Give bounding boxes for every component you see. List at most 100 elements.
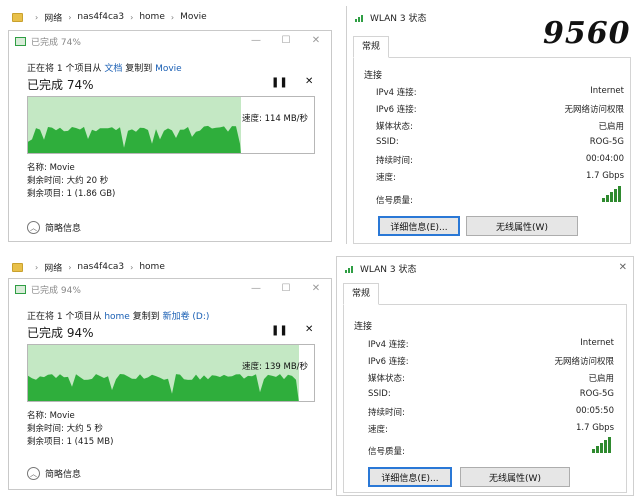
destination-link[interactable]: Movie [155,64,182,74]
handwritten-label: 9560 [543,16,631,51]
pause-button[interactable]: ❚❚ [271,325,288,336]
breadcrumb-item[interactable]: home [139,262,165,272]
signal-strength-icon [592,437,614,453]
source-link[interactable]: home [104,312,130,322]
tab-bar: 常规 [343,283,627,305]
chevron-right-icon: › [170,12,175,22]
info-row: 信号质量: [376,194,624,206]
signal-strength-icon [602,186,624,202]
row-value: 已启用 [598,122,624,132]
tab-general[interactable]: 常规 [353,36,390,58]
chevron-up-icon: ︿ [27,467,40,480]
speed-label: 速度: 114 MB/秒 [242,114,309,124]
tab-panel: 连接 IPv4 连接: Internet IPv6 连接: 无网络访问权限 媒体状态… [343,305,627,493]
row-label: IPv4 连接: [376,88,417,98]
info-row: 媒体状态: 已启用 [368,372,614,384]
row-value: 1.7 Gbps [585,171,624,181]
info-row: 速度: 1.7 Gbps [376,171,624,183]
window-title: WLAN 3 状态 [370,13,427,24]
chevron-up-icon: ︿ [27,221,40,234]
folder-icon [12,12,23,22]
row-value: 无网络访问权限 [564,105,624,115]
row-value: Internet [580,338,614,348]
wireless-properties-button[interactable]: 无线属性(W) [466,216,578,236]
graph-svg [28,345,299,401]
chevron-right-icon: › [35,12,39,22]
breadcrumb-item[interactable]: nas4f4ca3 [77,262,124,272]
address-bar[interactable]: › 网络 › nas4f4ca3 › home [6,256,336,278]
percent-complete: 已完成 94% [27,326,94,340]
copy-description: 正在将 1 个项目从 home 复制到 新加卷 (D:) [27,309,209,322]
file-name: 名称: Movie [27,163,75,173]
window-title: 已完成 74% [31,37,81,48]
info-row: SSID: ROG-5G [368,389,614,399]
fewer-details-label: 简略信息 [45,224,82,234]
maximize-button[interactable]: ☐ [271,31,301,51]
row-label: 媒体状态: [368,374,405,384]
row-value: ROG-5G [589,137,624,147]
tab-general[interactable]: 常规 [343,283,380,305]
chevron-right-icon: › [35,262,39,272]
info-row: 速度: 1.7 Gbps [368,423,614,435]
minimize-button[interactable]: — [241,279,271,299]
copy-icon [15,36,26,46]
row-value: 1.7 Gbps [575,423,614,433]
row-label: IPv6 连接: [368,357,409,367]
row-label: 信号质量: [368,447,405,457]
fewer-details-label: 简略信息 [45,470,82,480]
info-row: IPv6 连接: 无网络访问权限 [368,355,614,367]
breadcrumb-item[interactable]: 网络 [44,261,62,274]
breadcrumb-item[interactable]: Movie [180,12,207,22]
info-row: IPv4 连接: Internet [368,338,614,350]
row-label: 速度: [368,425,388,435]
remaining-time: 剩余时间: 大约 5 秒 [27,424,103,434]
address-bar[interactable]: › 网络 › nas4f4ca3 › home › Movie [6,6,342,28]
percent-complete: 已完成 74% [27,78,94,92]
minimize-button[interactable]: — [241,31,271,51]
row-label: 持续时间: [368,408,405,418]
file-name: 名称: Movie [27,411,75,421]
cancel-button[interactable]: ✕ [305,324,313,335]
copy-progress-window: 已完成 94% — ☐ ✕ 正在将 1 个项目从 home 复制到 新加卷 (D… [8,278,332,490]
info-row: 持续时间: 00:05:50 [368,406,614,418]
wlan-status-window: WLAN 3 状态 ✕ 常规 连接 IPv4 连接: Internet IPv6 … [336,256,634,496]
window-titlebar: 已完成 94% — ☐ ✕ [9,279,331,299]
destination-link[interactable]: 新加卷 (D:) [163,312,210,322]
info-row: IPv6 连接: 无网络访问权限 [376,103,624,115]
details-button[interactable]: 详细信息(E)... [378,216,460,236]
copy-progress-window: 已完成 74% — ☐ ✕ 正在将 1 个项目从 文档 复制到 Movie 已完… [8,30,332,242]
chevron-right-icon: › [68,12,72,22]
copy-text: 复制到 [129,312,163,322]
close-button[interactable]: ✕ [619,262,627,273]
fewer-details-toggle[interactable]: ︿ 简略信息 [27,467,81,480]
wireless-properties-button[interactable]: 无线属性(W) [460,467,570,487]
speed-label: 速度: 139 MB/秒 [242,362,309,372]
row-label: IPv4 连接: [368,340,409,350]
fewer-details-toggle[interactable]: ︿ 简略信息 [27,221,81,234]
details-button[interactable]: 详细信息(E)... [368,467,452,487]
breadcrumb-item[interactable]: nas4f4ca3 [77,12,124,22]
row-label: 速度: [376,173,396,183]
close-button[interactable]: ✕ [301,279,331,299]
transfer-speed-graph: 速度: 139 MB/秒 [27,344,315,402]
maximize-button[interactable]: ☐ [271,279,301,299]
folder-icon [12,262,23,272]
info-row: SSID: ROG-5G [376,137,624,147]
close-button[interactable]: ✕ [301,31,331,51]
remaining-items: 剩余项目: 1 (415 MB) [27,437,114,447]
breadcrumb-item[interactable]: home [139,12,165,22]
remaining-items: 剩余项目: 1 (1.86 GB) [27,189,116,199]
row-label: 持续时间: [376,156,413,166]
section-title: 连接 [364,71,383,81]
row-value: 无网络访问权限 [554,357,614,367]
copy-icon [15,284,26,294]
info-row: 信号质量: [368,445,614,457]
copy-text: 正在将 1 个项目从 [27,312,105,322]
breadcrumb-item[interactable]: 网络 [44,11,62,24]
pause-button[interactable]: ❚❚ [271,77,288,88]
source-link[interactable]: 文档 [104,64,122,74]
copy-description: 正在将 1 个项目从 文档 复制到 Movie [27,61,182,74]
cancel-button[interactable]: ✕ [305,76,313,87]
row-value: 00:05:50 [575,406,614,416]
wifi-signal-icon [345,264,355,273]
